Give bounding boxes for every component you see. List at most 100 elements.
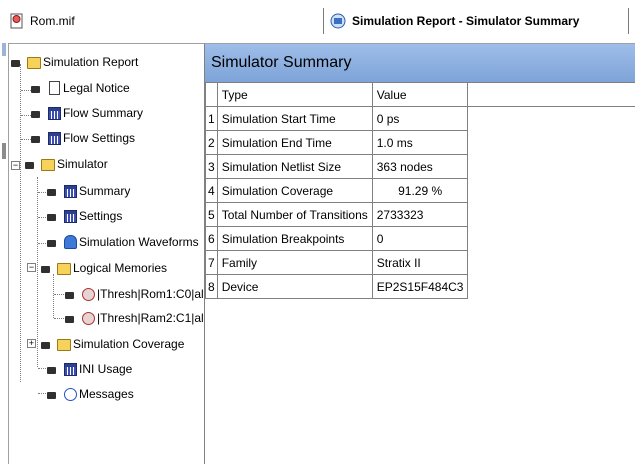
table-icon	[31, 106, 61, 120]
tab-label: Simulation Report - Simulator Summary	[352, 14, 580, 28]
row-value: 363 nodes	[371, 154, 469, 179]
tree-item-label: Simulator	[57, 157, 108, 171]
row-number: 2	[205, 130, 218, 155]
tree-connector	[37, 177, 38, 367]
column-header-type[interactable]: Type	[216, 82, 373, 107]
summary-table: Type Value 1 Simulation Start Time 0 ps …	[205, 82, 635, 299]
tab-rom-mif[interactable]: Rom.mif	[10, 9, 310, 33]
tree-item-label: Flow Settings	[63, 131, 136, 145]
table-row[interactable]: 4 Simulation Coverage 91.29 %	[205, 178, 635, 203]
tree-item-label: INI Usage	[79, 362, 133, 376]
folder-icon	[25, 157, 55, 171]
row-number: 8	[205, 274, 218, 299]
folder-icon	[41, 337, 71, 351]
table-row[interactable]: 5 Total Number of Transitions 2733323	[205, 202, 635, 227]
tab-separator	[628, 8, 629, 34]
document-tab-bar: Rom.mif Simulation Report - Simulator Su…	[0, 0, 635, 43]
tree-item-ram2[interactable]: |Thresh|Ram2:C1|alt	[65, 308, 204, 328]
table-icon	[59, 184, 77, 198]
folder-icon	[53, 337, 71, 351]
row-number: 7	[205, 250, 218, 275]
tree-item-label: |Thresh|Rom1:C0|alt	[97, 287, 205, 301]
table-icon	[47, 362, 77, 376]
folder-icon	[11, 55, 41, 69]
document-icon	[43, 81, 60, 95]
tree-item-simulator[interactable]: Simulator	[25, 154, 108, 174]
row-value: Stratix II	[371, 250, 469, 275]
tree-item-simulation-report[interactable]: Simulation Report	[11, 52, 138, 72]
tree-item-flow-settings[interactable]: Flow Settings	[31, 128, 135, 148]
table-icon	[59, 209, 77, 223]
folder-icon	[23, 55, 41, 69]
document-icon	[31, 81, 60, 95]
dock-marker	[2, 143, 6, 159]
memory-icon	[77, 287, 95, 301]
row-number: 5	[205, 202, 218, 227]
row-filler	[468, 251, 635, 275]
table-icon	[43, 131, 61, 145]
row-value: 0 ps	[371, 106, 469, 131]
tree-connector	[20, 64, 21, 382]
collapse-simulator-button[interactable]: −	[11, 161, 20, 170]
left-dock-strip	[0, 43, 9, 464]
waveform-icon	[59, 235, 77, 249]
memory-icon	[65, 311, 95, 325]
tree-item-messages[interactable]: Messages	[47, 384, 134, 404]
row-filler	[468, 131, 635, 155]
table-row[interactable]: 2 Simulation End Time 1.0 ms	[205, 130, 635, 155]
tree-item-simulation-waveforms[interactable]: Simulation Waveforms	[47, 232, 199, 252]
tree-item-ini-usage[interactable]: INI Usage	[47, 359, 132, 379]
tree-item-rom1[interactable]: |Thresh|Rom1:C0|alt	[65, 284, 205, 304]
waveform-icon	[47, 235, 77, 249]
row-value: 0	[371, 226, 469, 251]
tab-simulation-report[interactable]: Simulation Report - Simulator Summary	[330, 11, 579, 31]
column-header-value[interactable]: Value	[371, 82, 469, 107]
row-number: 3	[205, 154, 218, 179]
tree-item-label: Simulation Waveforms	[79, 235, 199, 249]
row-filler	[468, 227, 635, 251]
row-number: 6	[205, 226, 218, 251]
row-type: Simulation End Time	[216, 130, 373, 155]
memory-icon	[65, 287, 95, 301]
quartus-report-window: Rom.mif Simulation Report - Simulator Su…	[0, 0, 635, 464]
table-icon	[59, 362, 77, 376]
table-row[interactable]: 8 Device EP2S15F484C3	[205, 274, 635, 299]
tree-item-label: Summary	[79, 184, 131, 198]
table-row[interactable]: 6 Simulation Breakpoints 0	[205, 226, 635, 251]
tree-item-label: Messages	[79, 387, 134, 401]
table-row[interactable]: 1 Simulation Start Time 0 ps	[205, 106, 635, 131]
row-filler	[468, 203, 635, 227]
row-type: Simulation Netlist Size	[216, 154, 373, 179]
row-value: 2733323	[371, 202, 469, 227]
tree-item-logical-memories[interactable]: Logical Memories	[41, 258, 167, 278]
row-number: 4	[205, 178, 218, 203]
tree-item-settings[interactable]: Settings	[47, 206, 122, 226]
collapse-logical-memories-button[interactable]: −	[27, 263, 36, 272]
row-type: Family	[216, 250, 373, 275]
row-type: Simulation Start Time	[216, 106, 373, 131]
row-value: 91.29 %	[371, 178, 469, 203]
dock-marker	[2, 43, 6, 56]
table-icon	[47, 184, 77, 198]
expand-simulation-coverage-button[interactable]: +	[27, 339, 36, 348]
table-icon	[47, 209, 77, 223]
row-filler	[468, 155, 635, 179]
row-value: EP2S15F484C3	[371, 274, 469, 299]
tree-item-summary[interactable]: Summary	[47, 181, 131, 201]
table-row[interactable]: 3 Simulation Netlist Size 363 nodes	[205, 154, 635, 179]
row-number-header	[205, 82, 218, 107]
row-type: Device	[216, 274, 373, 299]
report-title: Simulator Summary	[205, 44, 635, 82]
tree-item-flow-summary[interactable]: Flow Summary	[31, 103, 143, 123]
simulation-report-icon	[330, 13, 346, 29]
folder-icon	[41, 261, 71, 275]
tree-item-legal-notice[interactable]: Legal Notice	[31, 78, 130, 98]
info-icon	[47, 387, 77, 401]
tree-item-label: Flow Summary	[63, 106, 144, 120]
table-row[interactable]: 7 Family Stratix II	[205, 250, 635, 275]
row-filler	[468, 179, 635, 203]
row-type: Simulation Breakpoints	[216, 226, 373, 251]
tree-item-simulation-coverage[interactable]: Simulation Coverage	[41, 334, 184, 354]
folder-icon	[37, 157, 55, 171]
tree-item-label: Logical Memories	[73, 261, 168, 275]
